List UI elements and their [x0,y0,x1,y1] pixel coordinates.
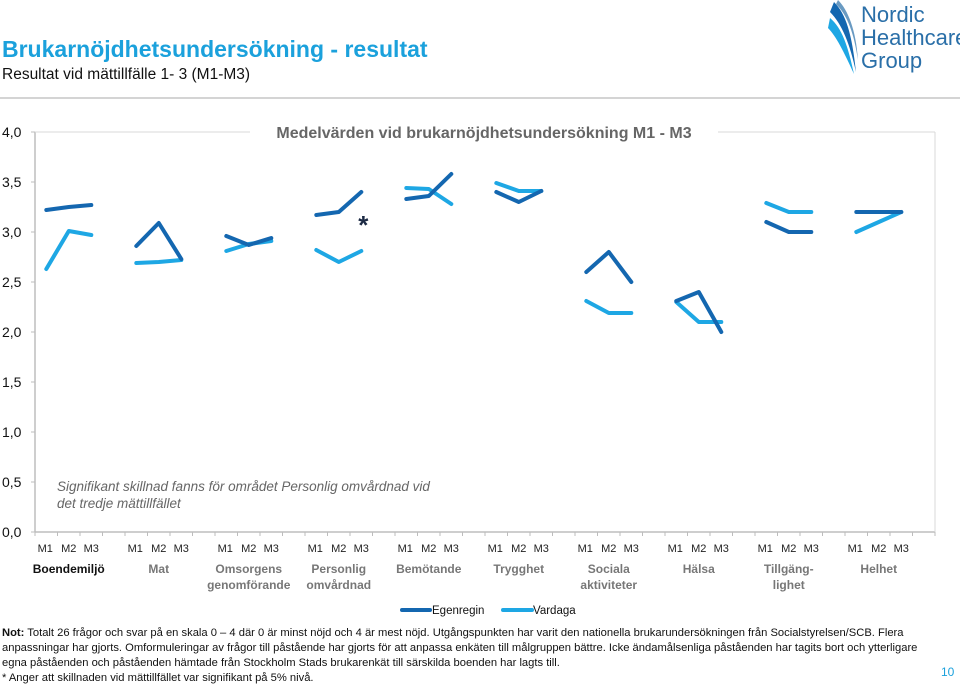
x-tick-label: M1 [128,543,143,555]
series-line-egenregin [316,192,361,215]
x-tick-label: M2 [781,543,796,555]
line-chart: Medelvärden vid brukarnöjdhetsundersökni… [0,110,960,625]
category-label: lighet [773,578,805,592]
series-line-vardaga [46,231,91,269]
y-axis: 0,0 0,5 1,0 1,5 2,0 2,5 3,0 3,5 4,0 [2,124,35,540]
series-line-vardaga [766,203,811,212]
x-tick-label: M1 [488,543,503,555]
x-tick-label: M1 [308,543,323,555]
x-tick-label: M1 [38,543,53,555]
series-line-egenregin [676,292,721,332]
legend-label-egenregin: Egenregin [432,605,484,617]
series-line-egenregin [136,223,181,259]
x-tick-label: M3 [264,543,279,555]
y-tick-label: 1,5 [2,374,22,390]
x-tick-label: M1 [848,543,863,555]
y-tick-label: 4,0 [2,124,22,140]
x-tick-label: M3 [804,543,819,555]
x-tick-label: M1 [218,543,233,555]
series-line-vardaga [136,260,181,263]
category-label: Boendemiljö [33,562,105,576]
y-tick-label: 2,0 [2,324,22,340]
series-line-egenregin [46,205,91,210]
x-tick-label: M2 [241,543,256,555]
category-label: Personlig [311,562,366,576]
category-label: Bemötande [396,562,462,576]
note-text-1: Totalt 26 frågor och svar på en skala 0 … [24,627,903,639]
category-label: Omsorgens [215,562,282,576]
page-subtitle: Resultat vid mättillfälle 1- 3 (M1-M3) [2,66,250,84]
footnotes: Not: Totalt 26 frågor och svar på en ska… [2,626,932,686]
x-tick-label: M1 [758,543,773,555]
legend: Egenregin Vardaga [402,605,576,617]
note-label: Not: [2,627,24,639]
category-label: aktiviteter [580,578,637,592]
x-tick-label: M3 [624,543,639,555]
x-tick-label: M2 [691,543,706,555]
category-labels: Boendemiljö Mat Omsorgens genomförande Perso… [33,562,897,592]
chart-title: Medelvärden vid brukarnöjdhetsundersökni… [276,125,691,142]
x-tick-label: M3 [894,543,909,555]
y-tick-label: 0,5 [2,474,22,490]
category-label: Trygghet [493,562,544,576]
logo-line-2: Healthcare [861,26,960,49]
category-label: Helhet [860,562,897,576]
x-tick-label: M3 [174,543,189,555]
x-tick-label: M2 [511,543,526,555]
annotation-line-2: det tredje mättillfället [57,496,182,511]
x-tick-label: M1 [668,543,683,555]
y-tick-label: 3,5 [2,174,22,190]
series-line-egenregin [766,222,811,232]
header-divider [0,97,960,99]
series-line-vardaga [316,250,361,262]
x-tick-label: M3 [534,543,549,555]
x-tick-label: M2 [421,543,436,555]
category-label: omvårdnad [306,578,371,592]
x-tick-label: M2 [601,543,616,555]
x-tick-label: M3 [444,543,459,555]
x-tick-label: M2 [871,543,886,555]
y-tick-label: 1,0 [2,424,22,440]
category-label: Sociala [588,562,630,576]
series-lines [46,174,901,332]
y-tick-label: 3,0 [2,224,22,240]
significance-asterisk: * [358,210,369,240]
logo-line-3: Group [861,49,960,72]
x-axis: M1 M2 M3 M1 M2 M3 M1 M2 M3 M1 M2 M3 M1 M2 M3 M1 M2 M3 M1 M2… [35,532,935,555]
page-number: 10 [941,665,954,679]
category-label: genomförande [207,578,291,592]
x-tick-label: M1 [578,543,593,555]
y-tick-label: 0,0 [2,524,22,540]
page-title: Brukarnöjdhetsundersökning - resultat [2,36,428,63]
note-line-3: egna påståenden och påståenden hämtade f… [2,656,932,671]
note-line-2: anpassningar har gjorts. Omformuleringar… [2,641,932,656]
x-tick-label: M2 [331,543,346,555]
x-tick-label: M1 [398,543,413,555]
logo-line-1: Nordic [861,3,960,26]
chart-frame [35,132,935,532]
note-line-4: * Anger att skillnaden vid mättillfället… [2,671,932,686]
category-label: Tillgäng- [764,562,814,576]
annotation-line-1: Signifikant skillnad fanns för området P… [57,479,430,494]
note-line-1: Not: Totalt 26 frågor och svar på en ska… [2,626,932,641]
logo-text: Nordic Healthcare Group [861,3,960,72]
category-label: Hälsa [683,562,715,576]
y-tick-label: 2,5 [2,274,22,290]
x-tick-label: M3 [84,543,99,555]
series-line-vardaga [496,183,541,191]
series-line-vardaga [586,301,631,313]
x-tick-label: M2 [61,543,76,555]
category-label: Mat [148,562,169,576]
x-tick-label: M2 [151,543,166,555]
x-tick-label: M3 [714,543,729,555]
x-tick-label: M3 [354,543,369,555]
series-line-egenregin [586,252,631,282]
legend-label-vardaga: Vardaga [533,605,576,617]
